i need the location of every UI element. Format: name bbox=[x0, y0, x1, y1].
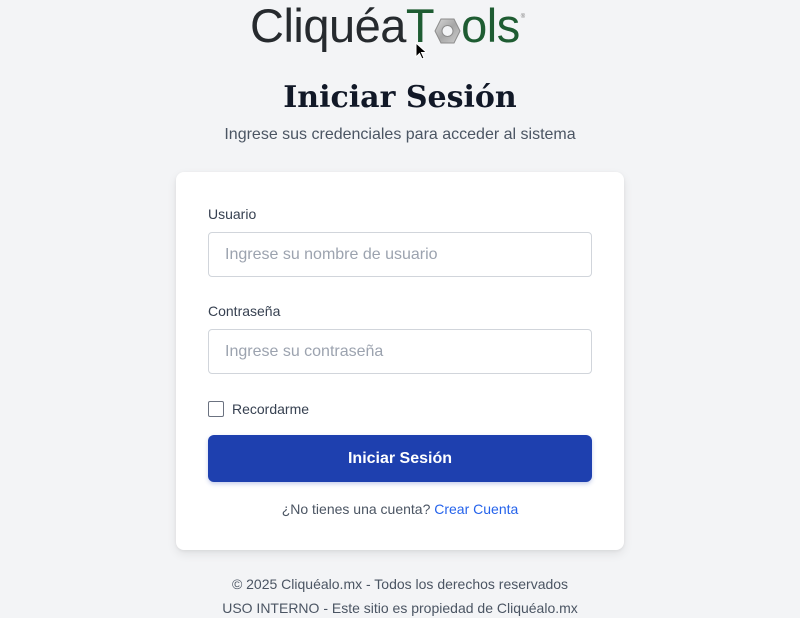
footer-notice: USO INTERNO - Este sitio es propiedad de… bbox=[222, 600, 578, 616]
password-label: Contraseña bbox=[208, 303, 281, 319]
hex-nut-icon bbox=[434, 2, 461, 50]
logo-text-dark: Cliquéa bbox=[250, 0, 406, 52]
login-submit-button[interactable]: Iniciar Sesión bbox=[208, 435, 592, 482]
registered-mark: ® bbox=[520, 14, 525, 20]
username-input[interactable] bbox=[208, 232, 592, 277]
create-account-link[interactable]: Crear Cuenta bbox=[434, 501, 518, 517]
page-subtitle: Ingrese sus credenciales para acceder al… bbox=[224, 126, 576, 143]
no-account-text: ¿No tienes una cuenta? bbox=[281, 501, 435, 517]
login-card: Usuario Contraseña Recordarme Iniciar Se… bbox=[176, 172, 624, 550]
remember-me-checkbox[interactable] bbox=[208, 401, 224, 417]
signup-prompt: ¿No tienes una cuenta? Crear Cuenta bbox=[176, 500, 624, 518]
password-input[interactable] bbox=[208, 329, 592, 374]
brand-logo: Cliquéa T ols ® bbox=[250, 2, 550, 60]
mouse-pointer-icon bbox=[415, 41, 428, 65]
username-label: Usuario bbox=[208, 206, 257, 222]
remember-me-label[interactable]: Recordarme bbox=[232, 400, 309, 418]
page-title: Iniciar Sesión bbox=[283, 80, 517, 115]
footer-copyright: © 2025 Cliquéalo.mx - Todos los derechos… bbox=[231, 576, 569, 592]
logo-text-green-ols: ols bbox=[461, 0, 520, 52]
